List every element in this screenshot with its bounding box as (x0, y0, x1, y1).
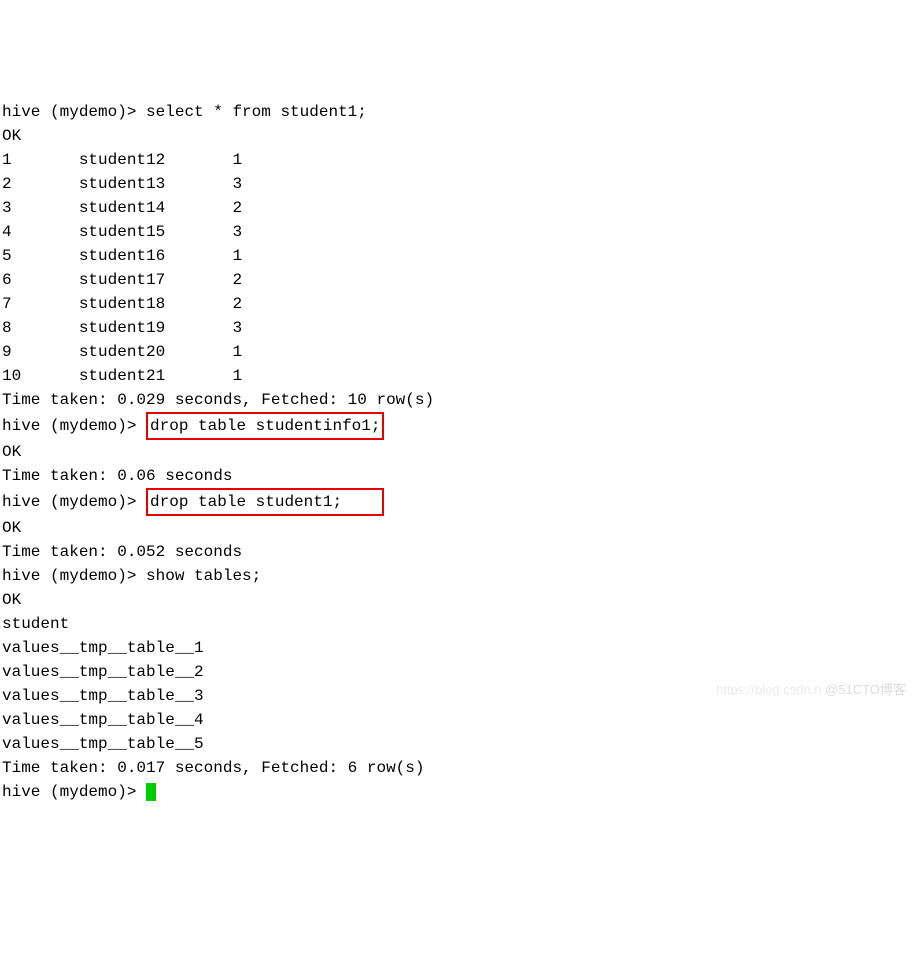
table-row: 5 student16 1 (2, 244, 916, 268)
table-row: 6 student17 2 (2, 268, 916, 292)
ok-line: OK (2, 124, 916, 148)
list-item: values__tmp__table__3 (2, 684, 916, 708)
prompt-line: hive (mydemo)> (2, 780, 916, 804)
list-item: values__tmp__table__4 (2, 708, 916, 732)
list-item: student (2, 612, 916, 636)
table-row: 10 student21 1 (2, 364, 916, 388)
ok-line: OK (2, 588, 916, 612)
cursor (146, 783, 156, 801)
list-item: values__tmp__table__1 (2, 636, 916, 660)
table-row: 8 student19 3 (2, 316, 916, 340)
table-row: 3 student14 2 (2, 196, 916, 220)
ok-line: OK (2, 516, 916, 540)
table-row: 4 student15 3 (2, 220, 916, 244)
prompt-line: hive (mydemo)> select * from student1; (2, 100, 916, 124)
highlighted-command: drop table studentinfo1; (146, 412, 384, 440)
table-row: 7 student18 2 (2, 292, 916, 316)
table-row: 1 student12 1 (2, 148, 916, 172)
highlighted-command: drop table student1; (146, 488, 384, 516)
prompt-line: hive (mydemo)> drop table studentinfo1; (2, 412, 916, 440)
list-item: values__tmp__table__5 (2, 732, 916, 756)
time-line: Time taken: 0.029 seconds, Fetched: 10 r… (2, 388, 916, 412)
time-line: Time taken: 0.017 seconds, Fetched: 6 ro… (2, 756, 916, 780)
terminal-output[interactable]: hive (mydemo)> select * from student1;OK… (2, 100, 916, 804)
table-row: 2 student13 3 (2, 172, 916, 196)
table-row: 9 student20 1 (2, 340, 916, 364)
prompt-line: hive (mydemo)> show tables; (2, 564, 916, 588)
ok-line: OK (2, 440, 916, 464)
time-line: Time taken: 0.06 seconds (2, 464, 916, 488)
time-line: Time taken: 0.052 seconds (2, 540, 916, 564)
list-item: values__tmp__table__2 (2, 660, 916, 684)
prompt-line: hive (mydemo)> drop table student1; (2, 488, 916, 516)
